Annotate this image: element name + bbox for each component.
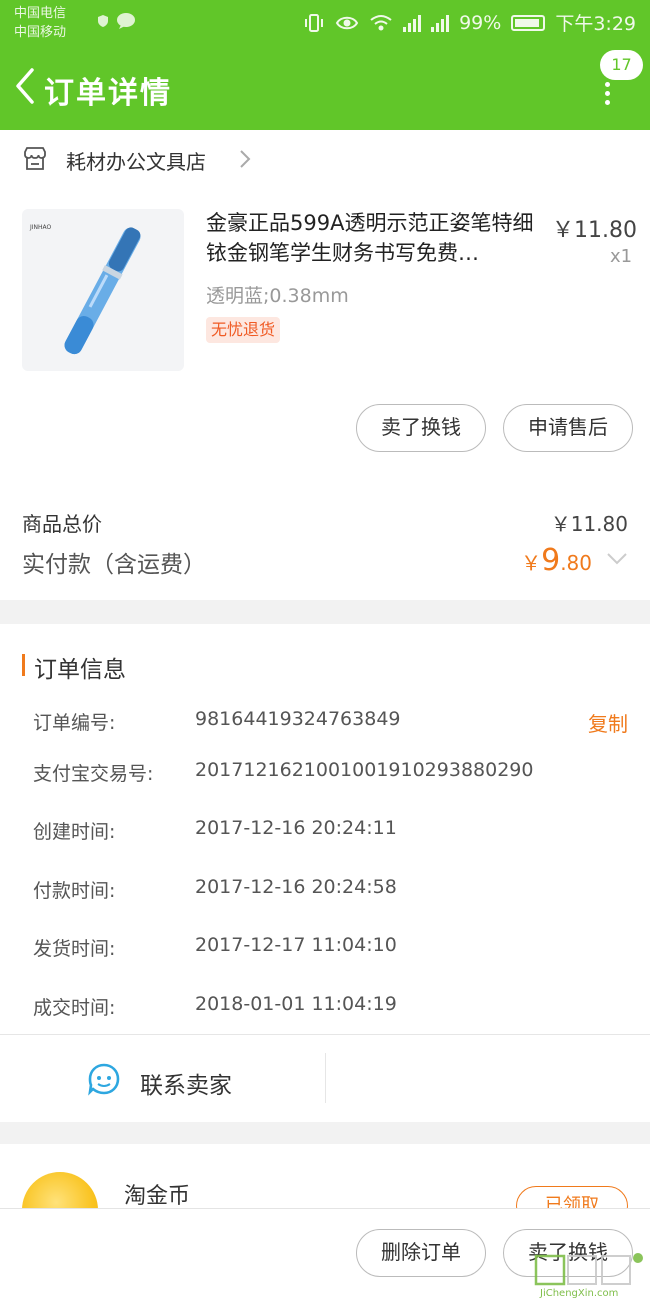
contact-seller-icon[interactable]: [86, 1061, 122, 1097]
no-worry-return-tag: 无忧退货: [206, 317, 281, 343]
order-info-title: 订单信息: [34, 657, 126, 683]
store-name[interactable]: 耗材办公文具店: [66, 146, 206, 175]
copy-order-number-button[interactable]: 复制: [588, 708, 628, 737]
total-price-value: ￥11.80: [550, 512, 628, 536]
shield-icon: [98, 15, 108, 27]
delete-order-button[interactable]: 删除订单: [356, 1229, 486, 1277]
shipped-time-label: 发货时间:: [33, 938, 116, 960]
paid-amount-label: 实付款（含运费）: [22, 552, 206, 578]
carrier-1: 中国电信: [14, 6, 67, 21]
eye-icon: [335, 16, 359, 29]
paid-currency: ￥: [521, 551, 542, 575]
back-arrow-icon[interactable]: [10, 64, 40, 108]
paid-decimal: .80: [560, 551, 592, 575]
paid-time-label: 付款时间:: [33, 880, 116, 902]
carrier-info: 中国电信 中国移动: [14, 4, 66, 42]
divider: [0, 1034, 650, 1035]
alipay-trade-label: 支付宝交易号:: [33, 763, 154, 785]
paid-time-value: 2017-12-16 20:24:58: [195, 876, 397, 898]
order-number-value: 98164419324763849: [195, 708, 401, 730]
pen-image: JINHAO: [29, 224, 141, 355]
created-time-value: 2017-12-16 20:24:11: [195, 817, 397, 839]
wifi-icon: [370, 14, 392, 30]
signal-icon-2: [431, 14, 450, 32]
chevron-down-icon[interactable]: [606, 552, 628, 566]
more-menu-icon[interactable]: [598, 82, 616, 108]
paid-integer: 9: [541, 543, 561, 578]
carrier-2: 中国移动: [14, 25, 67, 40]
coins-title: 淘金币: [124, 1184, 191, 1209]
product-price: ￥11.80: [552, 218, 637, 243]
message-badge[interactable]: 17: [600, 50, 643, 80]
order-info-card: [0, 624, 650, 1122]
system-status: 99% 下午3:29: [303, 9, 636, 36]
clock: 下午3:29: [555, 13, 636, 35]
product-spec: 透明蓝;0.38mm: [206, 285, 349, 307]
notification-icons: [96, 12, 138, 30]
order-number-label: 订单编号:: [33, 712, 116, 734]
created-time-label: 创建时间:: [33, 821, 116, 843]
battery-percent: 99%: [459, 11, 502, 34]
svg-text:JINHAO: JINHAO: [29, 224, 52, 231]
apply-after-sale-button[interactable]: 申请售后: [503, 404, 633, 452]
page-title: 订单详情: [44, 76, 172, 111]
total-price-label: 商品总价: [22, 512, 102, 536]
alipay-trade-value: 2017121621001001910293880290: [195, 759, 534, 781]
product-image[interactable]: JINHAO: [22, 209, 184, 371]
paid-amount-value: ￥9.80: [521, 543, 592, 578]
wechat-icon: [117, 13, 135, 29]
product-title[interactable]: 金豪正品599A透明示范正姿笔特细铱金钢笔学生财务书写免费…: [206, 208, 548, 268]
section-accent-bar: [22, 654, 25, 676]
vertical-divider: [325, 1053, 326, 1103]
battery-icon: [511, 14, 546, 31]
signal-icon: [403, 14, 422, 32]
store-icon: [24, 147, 46, 170]
status-bar: 中国电信 中国移动 99% 下午3:29: [0, 0, 650, 46]
chevron-right-icon[interactable]: [238, 148, 252, 170]
completed-time-label: 成交时间:: [33, 997, 116, 1019]
contact-seller-button[interactable]: 联系卖家: [140, 1066, 232, 1100]
completed-time-value: 2018-01-01 11:04:19: [195, 993, 397, 1015]
sell-for-cash-button[interactable]: 卖了换钱: [356, 404, 486, 452]
product-quantity: x1: [610, 246, 633, 267]
shipped-time-value: 2017-12-17 11:04:10: [195, 934, 397, 956]
vibrate-icon: [305, 13, 324, 32]
app-header: 中国电信 中国移动 99% 下午3:29 订单详情 17: [0, 0, 650, 130]
watermark-text: JiChengXin.com: [540, 1288, 619, 1299]
